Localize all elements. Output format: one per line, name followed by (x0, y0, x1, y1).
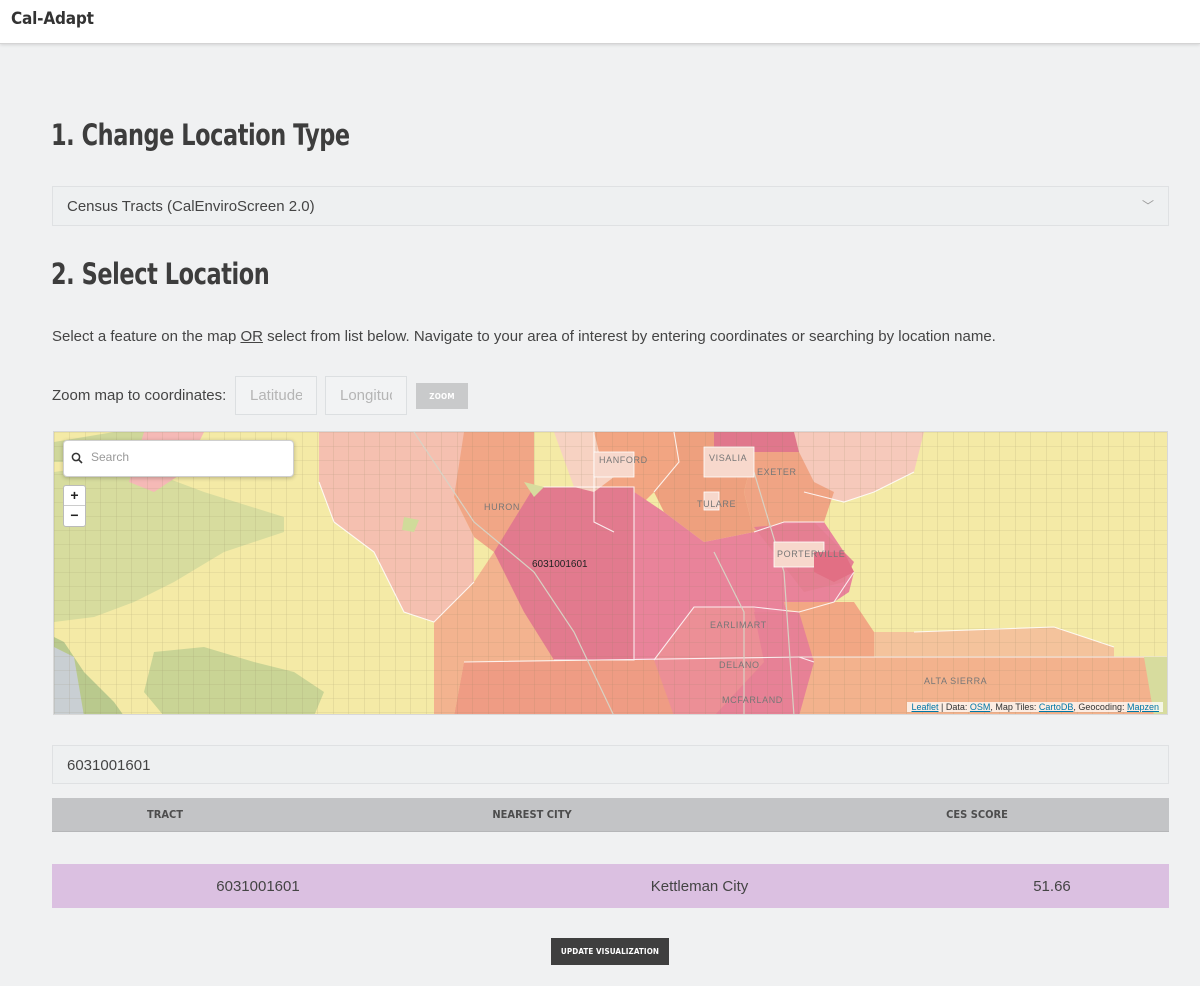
selected-location-value: 6031001601 (67, 757, 151, 774)
instructions-part: select from list below. Navigate to your… (262, 328, 996, 345)
column-header-ces-score[interactable]: CES SCORE (932, 808, 1022, 821)
leaflet-link[interactable]: Leaflet (911, 702, 938, 712)
section-heading-location-type: 1. Change Location Type (51, 118, 350, 152)
cell-ces-score: 51.66 (1033, 878, 1071, 895)
map-place-label: PORTERVILLE (777, 549, 846, 559)
column-header-nearest-city[interactable]: NEAREST CITY (482, 808, 582, 821)
osm-link[interactable]: OSM (970, 702, 991, 712)
cell-tract: 6031001601 (216, 878, 300, 895)
instructions-or: OR (240, 328, 263, 345)
map-place-label: EARLIMART (710, 620, 767, 630)
zoom-coordinates-label: Zoom map to coordinates: (52, 387, 227, 404)
map-place-label: HURON (484, 502, 520, 512)
map-search-box[interactable] (63, 440, 294, 477)
selected-location-field[interactable]: 6031001601 (52, 745, 1169, 784)
location-type-value: Census Tracts (CalEnviroScreen 2.0) (67, 198, 315, 215)
section-heading-select-location: 2. Select Location (51, 257, 270, 291)
cell-nearest-city: Kettleman City (650, 878, 749, 895)
map-attribution: Leaflet | Data: OSM, Map Tiles: CartoDB,… (907, 702, 1163, 712)
map-place-label: ALTA SIERRA (924, 676, 988, 686)
map-search-input[interactable] (91, 450, 286, 464)
map-place-label: DELANO (719, 660, 760, 670)
zoom-button[interactable]: ZOOM (416, 383, 468, 409)
instructions-part: Select a feature on the map (52, 328, 241, 345)
map-place-label: TULARE (697, 499, 737, 509)
attribution-text: , Map Tiles: (990, 702, 1039, 712)
instructions-text: Select a feature on the map OR select fr… (52, 328, 996, 345)
column-header-tract[interactable]: TRACT (130, 808, 200, 821)
table-header: TRACT NEAREST CITY CES SCORE (52, 798, 1169, 832)
cartodb-link[interactable]: CartoDB (1039, 702, 1074, 712)
map-place-label: HANFORD (599, 455, 648, 465)
attribution-text: , Geocoding: (1073, 702, 1127, 712)
app-title[interactable]: Cal-Adapt (11, 9, 94, 29)
latitude-input[interactable] (235, 376, 317, 415)
map-place-label: EXETER (757, 467, 797, 477)
location-type-select[interactable]: Census Tracts (CalEnviroScreen 2.0) ﹀ (52, 186, 1169, 226)
map-zoom-control: + − (63, 485, 86, 527)
attribution-text: | Data: (938, 702, 970, 712)
map-place-label: VISALIA (709, 453, 748, 463)
map-feature-label[interactable]: 6031001601 (532, 559, 588, 570)
mapzen-link[interactable]: Mapzen (1127, 702, 1159, 712)
top-bar: Cal-Adapt (0, 0, 1200, 44)
update-visualization-button[interactable]: UPDATE VISUALIZATION (551, 938, 669, 965)
zoom-out-button[interactable]: − (64, 506, 85, 526)
chevron-down-icon: ﹀ (1141, 199, 1154, 213)
table-row[interactable]: 6031001601 Kettleman City 51.66 (52, 864, 1169, 908)
map-place-label: MCFARLAND (722, 695, 783, 705)
zoom-in-button[interactable]: + (64, 486, 85, 506)
longitude-input[interactable] (325, 376, 407, 415)
search-icon (71, 451, 83, 469)
map[interactable]: 6031001601 HANFORD VISALIA HURON TULARE … (53, 431, 1168, 715)
